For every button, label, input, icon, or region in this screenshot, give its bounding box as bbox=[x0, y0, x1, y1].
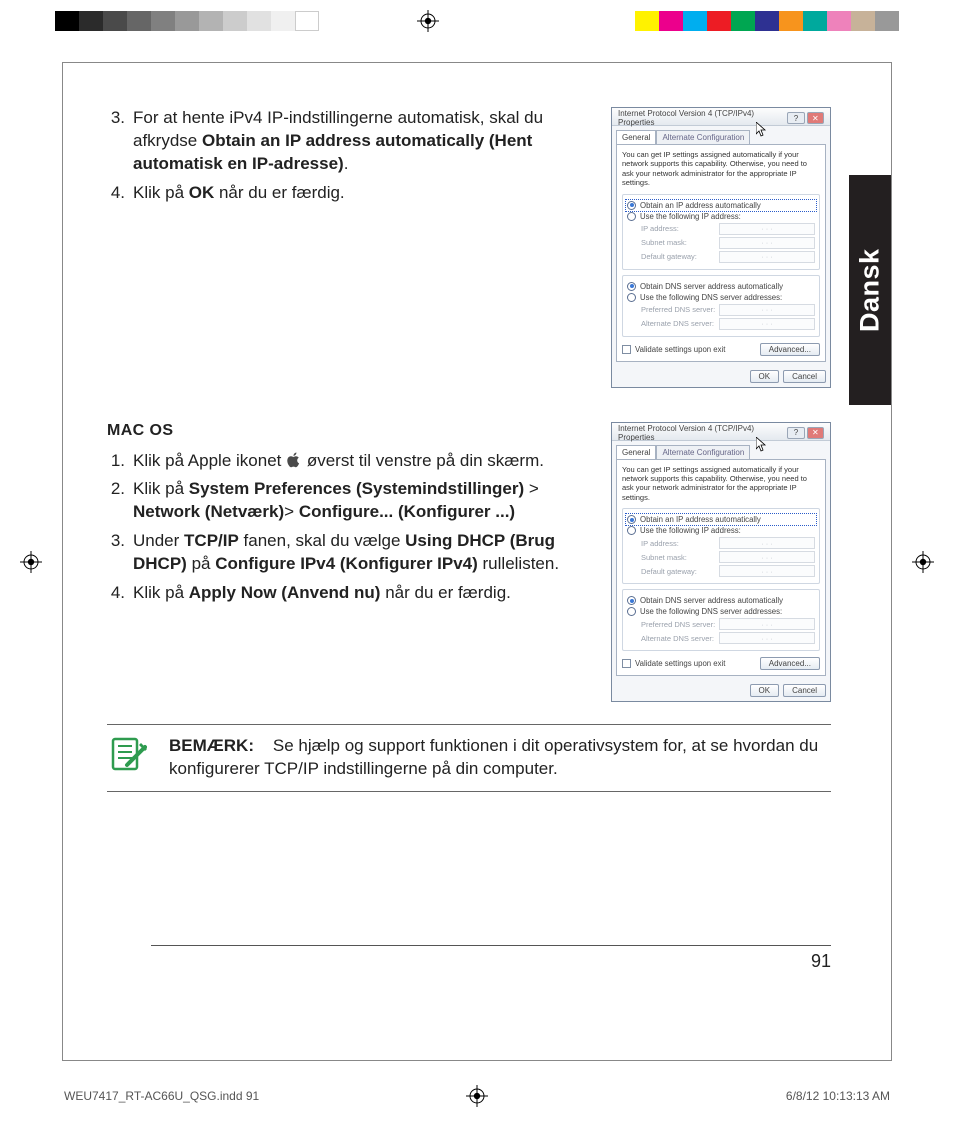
field-alternate-dns: Alternate DNS server:· · · bbox=[641, 632, 815, 644]
radio-use-dns[interactable]: Use the following DNS server addresses: bbox=[627, 293, 815, 302]
field-preferred-dns: Preferred DNS server:· · · bbox=[641, 618, 815, 630]
cancel-button[interactable]: Cancel bbox=[783, 684, 826, 697]
radio-obtain-dns-auto[interactable]: Obtain DNS server address automatically bbox=[627, 596, 815, 605]
radio-use-ip[interactable]: Use the following IP address: bbox=[627, 212, 815, 221]
note-box: BEMÆRK: Se hjælp og support funktionen i… bbox=[107, 724, 831, 792]
dialog-titlebar: Internet Protocol Version 4 (TCP/IPv4) P… bbox=[612, 423, 830, 441]
tab-alternate[interactable]: Alternate Configuration bbox=[656, 445, 750, 459]
field-subnet-mask: Subnet mask:· · · bbox=[641, 551, 815, 563]
tab-alternate[interactable]: Alternate Configuration bbox=[656, 130, 750, 144]
field-subnet-mask: Subnet mask:· · · bbox=[641, 237, 815, 249]
radio-obtain-ip-auto[interactable]: Obtain an IP address automatically bbox=[627, 201, 815, 210]
page-frame: Dansk 3.For at hente iPv4 IP-indstilling… bbox=[62, 62, 892, 1061]
radio-use-ip[interactable]: Use the following IP address: bbox=[627, 526, 815, 535]
field-default-gateway: Default gateway:· · · bbox=[641, 565, 815, 577]
ok-button[interactable]: OK bbox=[750, 370, 780, 383]
note-label: BEMÆRK: bbox=[169, 736, 254, 755]
checkbox-validate[interactable] bbox=[622, 345, 631, 354]
list-item: 1.Klik på Apple ikonet øverst til venstr… bbox=[107, 450, 593, 473]
slug-file: WEU7417_RT-AC66U_QSG.indd 91 bbox=[64, 1089, 259, 1103]
advanced-button[interactable]: Advanced... bbox=[760, 657, 820, 670]
cursor-icon bbox=[756, 122, 768, 138]
list-item: 4.Klik på Apply Now (Anvend nu) når du e… bbox=[107, 582, 593, 605]
radio-obtain-dns-auto[interactable]: Obtain DNS server address automatically bbox=[627, 282, 815, 291]
cursor-icon bbox=[756, 437, 768, 453]
macos-heading: MAC OS bbox=[107, 422, 593, 440]
ipv4-properties-dialog: Internet Protocol Version 4 (TCP/IPv4) P… bbox=[611, 422, 831, 703]
field-alternate-dns: Alternate DNS server:· · · bbox=[641, 318, 815, 330]
advanced-button[interactable]: Advanced... bbox=[760, 343, 820, 356]
dialog-info-text: You can get IP settings assigned automat… bbox=[622, 465, 820, 503]
help-button[interactable]: ? bbox=[787, 112, 804, 124]
page-number: 91 bbox=[811, 951, 831, 972]
help-button[interactable]: ? bbox=[787, 427, 804, 439]
slug-timestamp: 6/8/12 10:13:13 AM bbox=[786, 1089, 890, 1103]
ipv4-properties-dialog: Internet Protocol Version 4 (TCP/IPv4) P… bbox=[611, 107, 831, 388]
ok-button[interactable]: OK bbox=[750, 684, 780, 697]
close-button[interactable]: ✕ bbox=[807, 112, 824, 124]
list-item: 2.Klik på System Preferences (Systeminds… bbox=[107, 478, 593, 524]
footer-rule bbox=[151, 945, 831, 946]
tab-general[interactable]: General bbox=[616, 445, 656, 459]
dialog-info-text: You can get IP settings assigned automat… bbox=[622, 150, 820, 188]
language-tab: Dansk bbox=[849, 175, 891, 405]
note-icon bbox=[107, 735, 147, 780]
checkbox-validate[interactable] bbox=[622, 659, 631, 668]
list-item: 3.Under TCP/IP fanen, skal du vælge Usin… bbox=[107, 530, 593, 576]
field-ip-address: IP address:· · · bbox=[641, 537, 815, 549]
close-button[interactable]: ✕ bbox=[807, 427, 824, 439]
field-default-gateway: Default gateway:· · · bbox=[641, 251, 815, 263]
radio-obtain-ip-auto[interactable]: Obtain an IP address automatically bbox=[627, 515, 815, 524]
field-ip-address: IP address:· · · bbox=[641, 223, 815, 235]
apple-icon bbox=[286, 452, 302, 468]
field-preferred-dns: Preferred DNS server:· · · bbox=[641, 304, 815, 316]
registration-mark-icon bbox=[912, 551, 934, 573]
print-colorbar bbox=[0, 11, 954, 31]
tab-general[interactable]: General bbox=[616, 130, 656, 144]
list-item: 3.For at hente iPv4 IP-indstillingerne a… bbox=[107, 107, 593, 176]
registration-mark-icon bbox=[417, 10, 439, 32]
note-text: Se hjælp og support funktionen i dit ope… bbox=[169, 736, 818, 778]
radio-use-dns[interactable]: Use the following DNS server addresses: bbox=[627, 607, 815, 616]
list-item: 4.Klik på OK når du er færdig. bbox=[107, 182, 593, 205]
registration-mark-icon bbox=[20, 551, 42, 573]
cancel-button[interactable]: Cancel bbox=[783, 370, 826, 383]
dialog-titlebar: Internet Protocol Version 4 (TCP/IPv4) P… bbox=[612, 108, 830, 126]
print-slug: WEU7417_RT-AC66U_QSG.indd 91 6/8/12 10:1… bbox=[64, 1089, 890, 1103]
